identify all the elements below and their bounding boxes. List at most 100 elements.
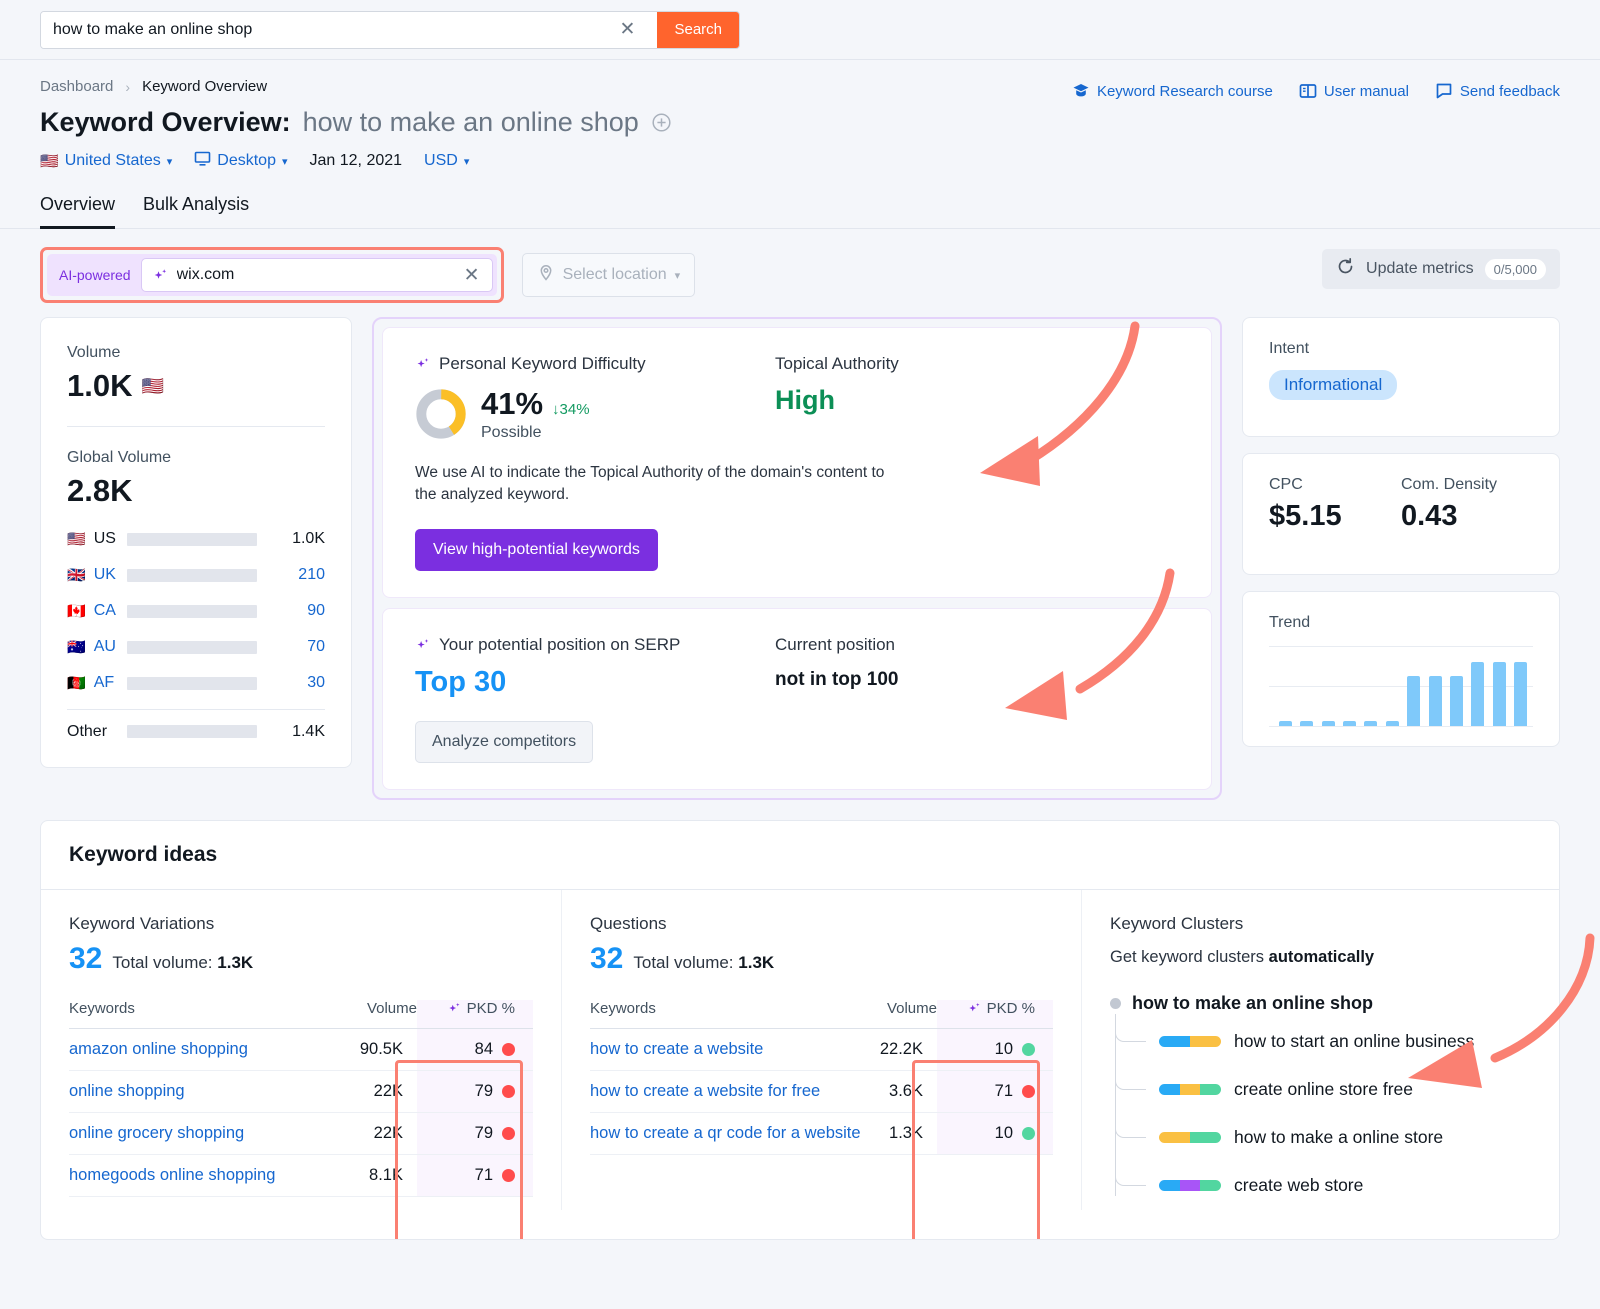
country-code: AF	[94, 674, 114, 692]
keyword-variations-block: Keyword Variations 32 Total volume: 1.3K…	[41, 890, 561, 1210]
keyword-link[interactable]: how to create a website for free	[590, 1082, 820, 1100]
volume-cell: 22K	[342, 1112, 417, 1154]
cluster-item[interactable]: how to start an online business	[1115, 1018, 1531, 1066]
keyword-cell: how to create a website	[590, 1028, 877, 1070]
country-value[interactable]: 90	[271, 602, 325, 620]
user-manual-link[interactable]: User manual	[1299, 82, 1409, 100]
country-code: CA	[94, 602, 116, 620]
country-value[interactable]: 30	[271, 674, 325, 692]
keyword-research-course-link[interactable]: Keyword Research course	[1072, 82, 1273, 100]
currency-selector[interactable]: USD ▾	[424, 152, 469, 170]
column-pkd[interactable]: PKD %	[417, 1000, 533, 1029]
serp-position-card: Your potential position on SERP Top 30 C…	[382, 608, 1212, 790]
cluster-item[interactable]: create web store	[1115, 1162, 1531, 1210]
keyword-cell: homegoods online shopping	[69, 1154, 342, 1196]
cluster-root-node[interactable]: how to make an online shop	[1110, 993, 1531, 1014]
monitor-icon	[194, 150, 211, 172]
device-selector[interactable]: Desktop ▾	[194, 150, 287, 172]
ai-domain-input[interactable]	[177, 266, 462, 284]
flag-icon: 🇦🇫	[67, 676, 86, 691]
pkd-cell-wrap: 79	[417, 1112, 533, 1154]
column-pkd[interactable]: PKD %	[937, 1000, 1053, 1029]
plus-circle-icon[interactable]	[651, 112, 672, 133]
keyword-variations-count[interactable]: 32	[69, 942, 102, 976]
keyword-link[interactable]: homegoods online shopping	[69, 1166, 275, 1184]
country-row-au: 🇦🇺 AU 70	[67, 629, 325, 665]
country-selector[interactable]: 🇺🇸 United States ▾	[40, 152, 172, 170]
page-title-prefix: Keyword Overview:	[40, 107, 291, 138]
cluster-tree: how to make an online shop how to start …	[1110, 993, 1531, 1210]
keyword-link[interactable]: how to create a qr code for a website	[590, 1124, 861, 1142]
pkd-status: Possible	[481, 424, 590, 442]
pkd-status-dot-icon	[502, 1169, 515, 1182]
column-volume[interactable]: Volume	[877, 1000, 938, 1029]
search-button[interactable]: Search	[657, 12, 739, 48]
total-volume-label: Total volume:	[633, 953, 733, 972]
tab-bulk-analysis[interactable]: Bulk Analysis	[143, 194, 249, 229]
us-flag-icon: 🇺🇸	[141, 377, 163, 395]
pkd-value: 84	[475, 1040, 493, 1059]
cluster-item[interactable]: create online store free	[1115, 1066, 1531, 1114]
column-pkd-label: PKD %	[987, 1000, 1035, 1017]
volume-cell: 90.5K	[342, 1028, 417, 1070]
ai-domain-highlight: AI-powered ✕	[40, 247, 504, 303]
current-position-value: not in top 100	[775, 669, 1179, 691]
location-selector[interactable]: Select location ▾	[522, 253, 696, 297]
country-name[interactable]: 🇨🇦 CA	[67, 602, 127, 620]
topical-authority-label: Topical Authority	[775, 354, 1179, 374]
search-input[interactable]	[53, 21, 610, 39]
keyword-variations-label: Keyword Variations	[69, 914, 533, 934]
keyword-variations-table: Keywords Volume PKD % amazon online shop…	[69, 1000, 533, 1197]
keyword-link[interactable]: how to create a website	[590, 1040, 763, 1058]
pkd-value: 10	[995, 1040, 1013, 1059]
ai-sparkle-icon	[152, 267, 169, 284]
keyword-research-course-label: Keyword Research course	[1097, 83, 1273, 100]
pkd-value: 10	[995, 1124, 1013, 1143]
keyword-variations-total: Total volume: 1.3K	[112, 953, 253, 973]
country-name[interactable]: 🇦🇫 AF	[67, 674, 127, 692]
book-icon	[1299, 82, 1317, 100]
keyword-link[interactable]: online shopping	[69, 1082, 185, 1100]
intent-badge[interactable]: Informational	[1269, 370, 1397, 400]
column-volume[interactable]: Volume	[342, 1000, 417, 1029]
country-name: Other	[67, 723, 127, 741]
country-name[interactable]: 🇬🇧 UK	[67, 566, 127, 584]
cpc-label: CPC	[1269, 476, 1401, 494]
column-keywords[interactable]: Keywords	[590, 1000, 877, 1029]
country-value[interactable]: 70	[271, 638, 325, 656]
trend-bar	[1322, 721, 1335, 726]
questions-count[interactable]: 32	[590, 942, 623, 976]
pkd-cell-wrap: 79	[417, 1070, 533, 1112]
main-content: Volume 1.0K 🇺🇸 Global Volume 2.8K 🇺🇸 US …	[0, 303, 1600, 800]
location-selector-label: Select location	[563, 266, 667, 284]
update-metrics-count: 0/5,000	[1485, 259, 1546, 280]
country-value[interactable]: 210	[271, 566, 325, 584]
ai-domain-clear-icon[interactable]: ✕	[462, 266, 482, 285]
page-header: Dashboard › Keyword Overview Keyword Res…	[0, 60, 1600, 172]
search-clear-icon[interactable]: ✕	[610, 20, 646, 39]
potential-position-value: Top 30	[415, 666, 775, 699]
country-name[interactable]: 🇦🇺 AU	[67, 638, 127, 656]
cluster-item[interactable]: how to make a online store	[1115, 1114, 1531, 1162]
column-pkd-label: PKD %	[467, 1000, 515, 1017]
column-keywords[interactable]: Keywords	[69, 1000, 342, 1029]
view-high-potential-keywords-button[interactable]: View high-potential keywords	[415, 529, 658, 571]
country-name: 🇺🇸 US	[67, 530, 127, 548]
pkd-status-dot-icon	[1022, 1085, 1035, 1098]
trend-bar	[1343, 721, 1356, 726]
graduation-cap-icon	[1072, 82, 1090, 100]
chevron-down-icon: ▾	[675, 269, 681, 282]
user-manual-label: User manual	[1324, 83, 1409, 100]
send-feedback-link[interactable]: Send feedback	[1435, 82, 1560, 100]
volume-cell: 3.6K	[877, 1070, 938, 1112]
update-metrics-button[interactable]: Update metrics 0/5,000	[1322, 249, 1560, 289]
keyword-link[interactable]: amazon online shopping	[69, 1040, 248, 1058]
total-volume-label: Total volume:	[112, 953, 212, 972]
tab-overview[interactable]: Overview	[40, 194, 115, 229]
cluster-segment	[1190, 1036, 1221, 1047]
pkd-status-dot-icon	[502, 1085, 515, 1098]
breadcrumb-dashboard[interactable]: Dashboard	[40, 78, 113, 95]
country-row-us: 🇺🇸 US 1.0K	[67, 521, 325, 557]
analyze-competitors-button[interactable]: Analyze competitors	[415, 721, 593, 763]
keyword-link[interactable]: online grocery shopping	[69, 1124, 244, 1142]
